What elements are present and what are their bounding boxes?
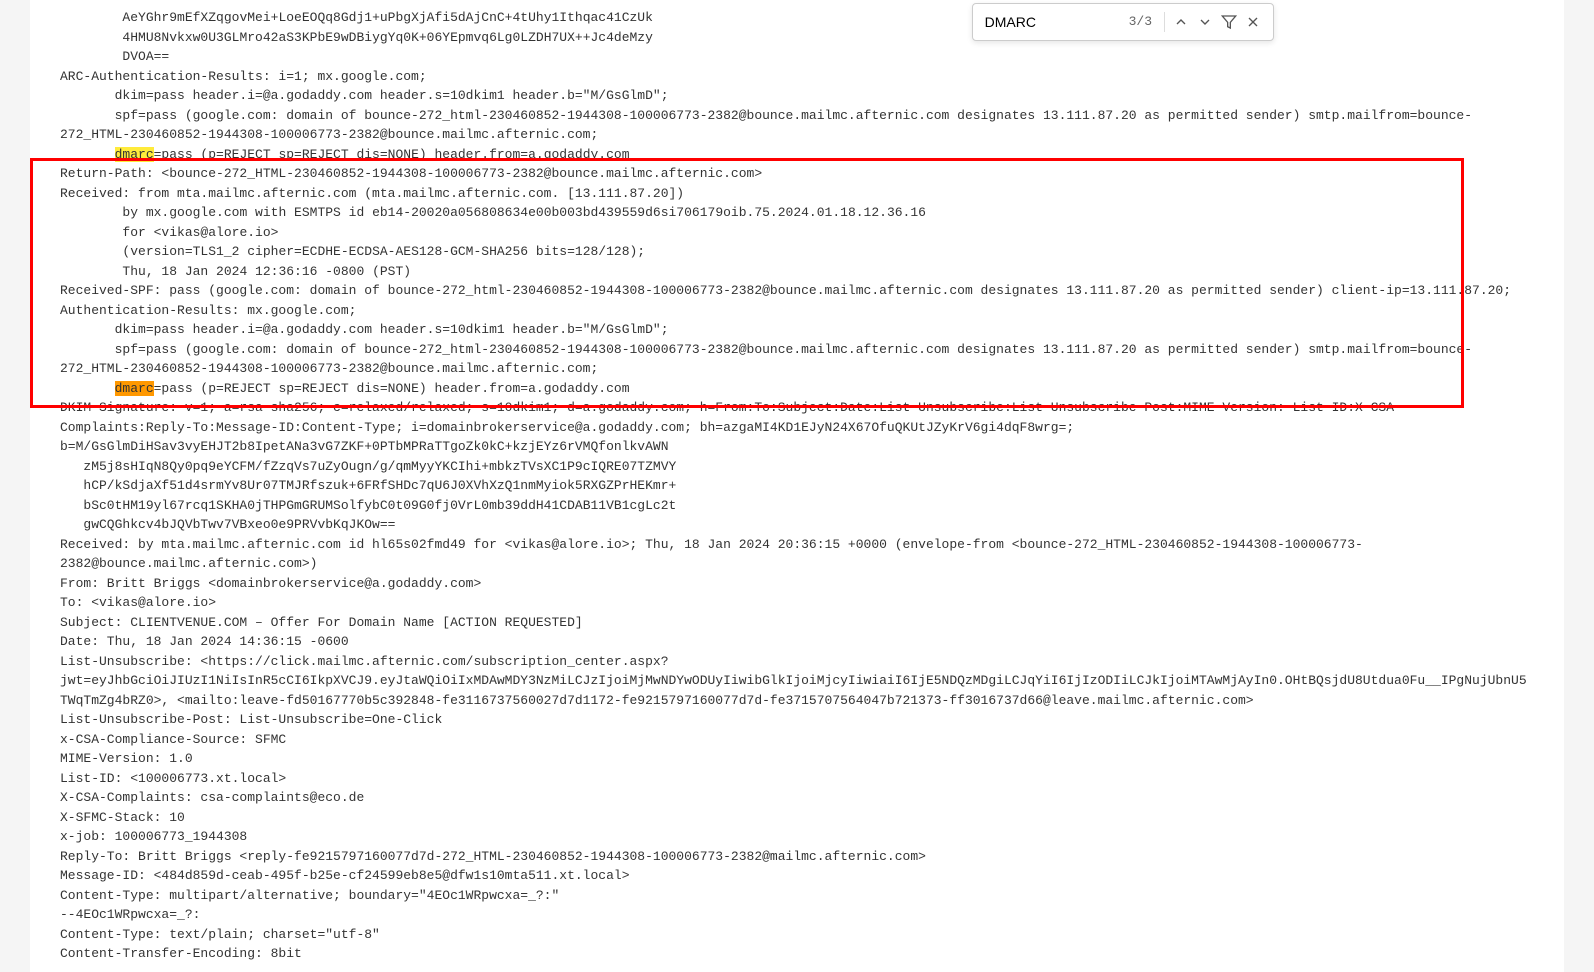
header-line: List-Unsubscribe: <https://click.mailmc.… bbox=[60, 652, 1534, 711]
header-line: gwCQGhkcv4bJQVbTwv7VBxeo0e9PRVvbKqJKOw== bbox=[60, 515, 1534, 535]
header-line: Received: from mta.mailmc.afternic.com (… bbox=[60, 184, 1534, 204]
header-line: List-ID: <100006773.xt.local> bbox=[60, 769, 1534, 789]
header-line: zM5j8sHIqN8Qy0pq9eYCFM/fZzqVs7uZyOugn/g/… bbox=[60, 457, 1534, 477]
header-line: b=M/GsGlmDiHSav3vyEHJT2b8IpetANa3vG7ZKF+… bbox=[60, 437, 1534, 457]
search-next-button[interactable] bbox=[1193, 10, 1217, 34]
header-line: x-job: 100006773_1944308 bbox=[60, 827, 1534, 847]
header-line: dkim=pass header.i=@a.godaddy.com header… bbox=[60, 86, 1534, 106]
header-line: spf=pass (google.com: domain of bounce-2… bbox=[60, 106, 1534, 145]
header-line: 4HMU8Nvkxw0U3GLMro42aS3KPbE9wDBiygYq0K+0… bbox=[60, 28, 1534, 48]
header-line: Subject: CLIENTVENUE.COM – Offer For Dom… bbox=[60, 613, 1534, 633]
header-line: Date: Thu, 18 Jan 2024 14:36:15 -0600 bbox=[60, 632, 1534, 652]
header-line: bSc0tHM19yl67rcq1SKHA0jTHPGmGRUMSolfybC0… bbox=[60, 496, 1534, 516]
header-line: Content-Type: text/plain; charset="utf-8… bbox=[60, 925, 1534, 945]
header-line: (version=TLS1_2 cipher=ECDHE-ECDSA-AES12… bbox=[60, 242, 1534, 262]
search-prev-button[interactable] bbox=[1169, 10, 1193, 34]
search-highlight-active: dmarc bbox=[115, 381, 154, 396]
header-line: hCP/kSdjaXf51d4srmYv8Ur07TMJRfszuk+6FRfS… bbox=[60, 476, 1534, 496]
header-line: From: Britt Briggs <domainbrokerservice@… bbox=[60, 574, 1534, 594]
header-line: Content-Type: multipart/alternative; bou… bbox=[60, 886, 1534, 906]
search-filter-button[interactable] bbox=[1217, 10, 1241, 34]
header-line: ARC-Authentication-Results: i=1; mx.goog… bbox=[60, 67, 1534, 87]
header-line: MIME-Version: 1.0 bbox=[60, 749, 1534, 769]
header-line: To: <vikas@alore.io> bbox=[60, 593, 1534, 613]
header-line: Received-SPF: pass (google.com: domain o… bbox=[60, 281, 1534, 301]
header-line: for <vikas@alore.io> bbox=[60, 223, 1534, 243]
header-line: x-CSA-Compliance-Source: SFMC bbox=[60, 730, 1534, 750]
header-line: dmarc=pass (p=REJECT sp=REJECT dis=NONE)… bbox=[60, 145, 1534, 165]
header-line: dkim=pass header.i=@a.godaddy.com header… bbox=[60, 320, 1534, 340]
email-header-content: AeYGhr9mEfXZqgovMei+LoeEOQq8Gdj1+uPbgXjA… bbox=[30, 0, 1564, 972]
header-line: spf=pass (google.com: domain of bounce-2… bbox=[60, 340, 1534, 379]
header-line: Thu, 18 Jan 2024 12:36:16 -0800 (PST) bbox=[60, 262, 1534, 282]
close-icon bbox=[1245, 14, 1261, 30]
search-input[interactable] bbox=[981, 10, 1121, 34]
header-line: Reply-To: Britt Briggs <reply-fe92157971… bbox=[60, 847, 1534, 867]
header-line: dmarc=pass (p=REJECT sp=REJECT dis=NONE)… bbox=[60, 379, 1534, 399]
header-line: DKIM-Signature: v=1; a=rsa-sha256; c=rel… bbox=[60, 398, 1534, 437]
header-line: Return-Path: <bounce-272_HTML-230460852-… bbox=[60, 164, 1534, 184]
header-line: Message-ID: <484d859d-ceab-495f-b25e-cf2… bbox=[60, 866, 1534, 886]
header-line: Authentication-Results: mx.google.com; bbox=[60, 301, 1534, 321]
header-line: Content-Transfer-Encoding: 8bit bbox=[60, 944, 1534, 964]
header-line: Received: by mta.mailmc.afternic.com id … bbox=[60, 535, 1534, 574]
filter-icon bbox=[1221, 14, 1237, 30]
divider bbox=[1164, 12, 1165, 32]
chevron-down-icon bbox=[1197, 14, 1213, 30]
header-line: X-SFMC-Stack: 10 bbox=[60, 808, 1534, 828]
header-line: DVOA== bbox=[60, 47, 1534, 67]
chevron-up-icon bbox=[1173, 14, 1189, 30]
search-highlight: dmarc bbox=[115, 147, 154, 162]
header-line: List-Unsubscribe-Post: List-Unsubscribe=… bbox=[60, 710, 1534, 730]
header-line: by mx.google.com with ESMTPS id eb14-200… bbox=[60, 203, 1534, 223]
header-line: X-CSA-Complaints: csa-complaints@eco.de bbox=[60, 788, 1534, 808]
header-line: --4EOc1WRpwcxa=_?: bbox=[60, 905, 1534, 925]
search-match-count: 3/3 bbox=[1121, 12, 1160, 32]
header-line: AeYGhr9mEfXZqgovMei+LoeEOQq8Gdj1+uPbgXjA… bbox=[60, 8, 1534, 28]
find-in-page-bar: 3/3 bbox=[972, 3, 1274, 41]
search-close-button[interactable] bbox=[1241, 10, 1265, 34]
